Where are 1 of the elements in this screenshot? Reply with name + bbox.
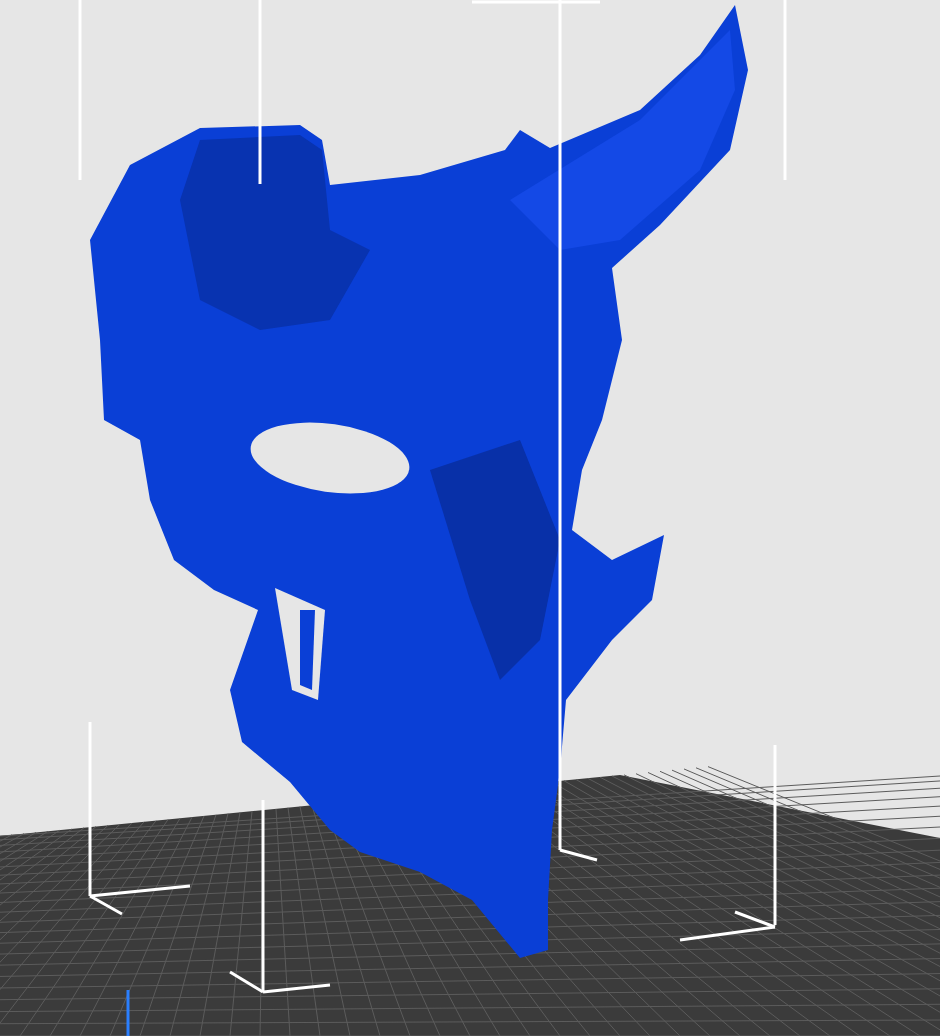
z-axis-line: [126, 990, 130, 1036]
